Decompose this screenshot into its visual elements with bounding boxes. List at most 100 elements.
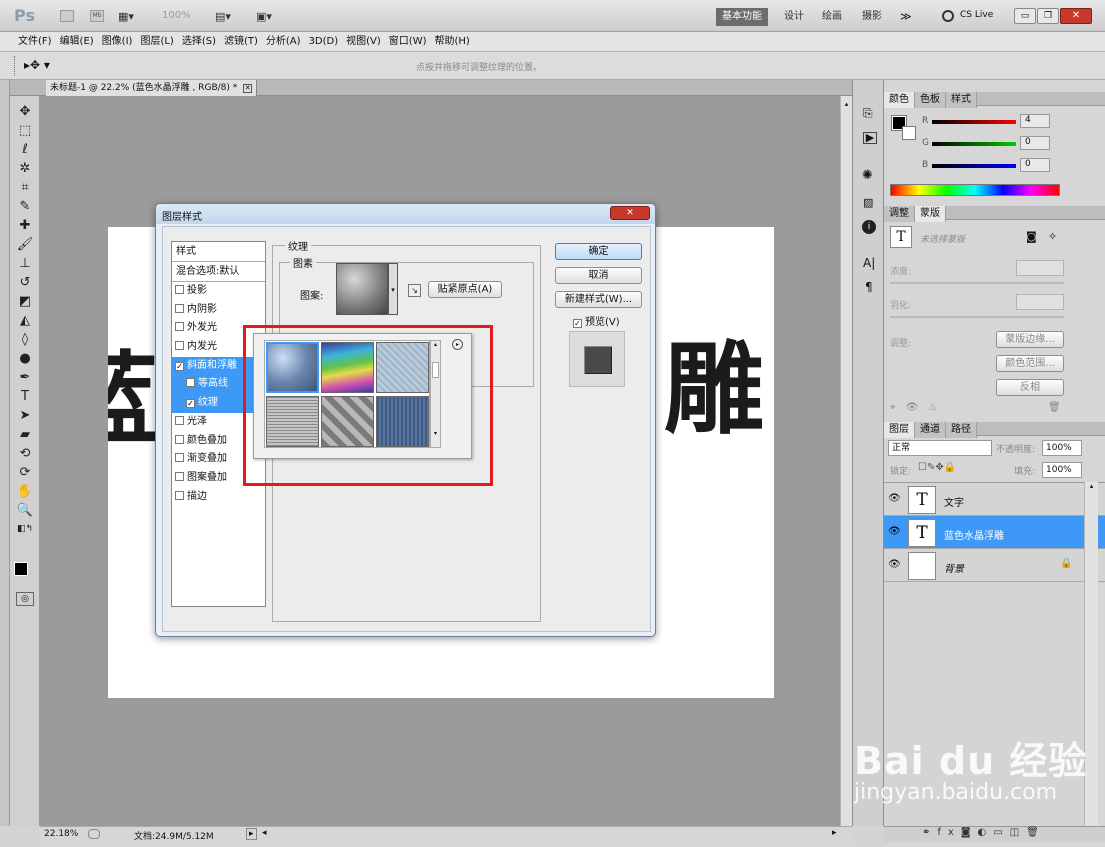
scroll-up-icon[interactable]: ▴ (841, 100, 852, 108)
minibridge-icon[interactable]: Mb (90, 10, 104, 22)
blur-tool-icon[interactable]: ◊ (15, 330, 35, 349)
menu-view[interactable]: 视图(V) (342, 32, 385, 52)
quick-select-tool-icon[interactable]: ✲ (15, 159, 35, 178)
ok-button[interactable]: 确定 (555, 243, 642, 260)
checkbox-checked[interactable]: ✓ (186, 399, 195, 409)
lock-icons[interactable]: ☐✎✥🔒 (918, 462, 956, 473)
tab-swatches[interactable]: 色板 (915, 92, 946, 108)
mask-delete-icon[interactable]: 🗑 (1048, 402, 1061, 413)
3d-panel-icon[interactable]: ✺ (862, 168, 873, 183)
marquee-tool-icon[interactable]: ⬚ (15, 121, 35, 140)
workspace-design[interactable]: 设计 (778, 8, 810, 26)
screen-mode-icon[interactable]: ▣▾ (256, 10, 272, 23)
preview-checkbox[interactable]: ✓ 预览(V) (573, 313, 620, 328)
checkbox-checked[interactable]: ✓ (175, 361, 184, 371)
info-panel-icon[interactable]: i (862, 220, 876, 234)
blend-mode-select[interactable]: 正常 (888, 440, 992, 456)
more-workspaces-icon[interactable]: ≫ (900, 10, 912, 23)
eraser-tool-icon[interactable]: ◩ (15, 292, 35, 311)
3d-orbit-tool-icon[interactable]: ⟳ (15, 463, 35, 482)
arrange-icon[interactable]: ▦▾ (118, 10, 134, 23)
new-preset-icon[interactable]: ↘ (408, 284, 421, 297)
b-slider[interactable] (932, 164, 1016, 168)
menu-select[interactable]: 选择(S) (178, 32, 220, 52)
menu-help[interactable]: 帮助(H) (431, 32, 474, 52)
shape-tool-icon[interactable]: ▰ (15, 425, 35, 444)
status-menu-icon[interactable]: ▸ (246, 828, 257, 840)
eye-icon[interactable]: 👁 (888, 560, 901, 570)
actions-panel-icon[interactable]: ▶ (863, 132, 877, 144)
tab-styles[interactable]: 样式 (946, 92, 977, 108)
eyedropper-tool-icon[interactable]: ✎ (15, 197, 35, 216)
layer-row[interactable]: 👁 背景 🔒 (884, 549, 1105, 582)
menu-3d[interactable]: 3D(D) (305, 32, 343, 52)
eye-icon[interactable]: 👁 (888, 527, 901, 537)
eye-icon[interactable]: 👁 (888, 494, 901, 504)
checkbox[interactable] (175, 341, 184, 351)
tab-channels[interactable]: 通道 (915, 422, 946, 438)
cslive-label[interactable]: CS Live (960, 10, 993, 20)
tab-adjustments[interactable]: 调整 (884, 206, 915, 222)
checkbox[interactable] (175, 453, 184, 463)
close-app-button[interactable]: ✕ (1060, 8, 1092, 24)
bucket-tool-icon[interactable]: ◭ (15, 311, 35, 330)
document-tab[interactable]: 未标题-1 @ 22.2% (蓝色水晶浮雕 , RGB/8) * ✕ (46, 80, 258, 96)
checkbox[interactable] (175, 322, 184, 332)
move-tool-preset-icon[interactable]: ▸✥ ▾ (24, 58, 50, 72)
workspace-essentials[interactable]: 基本功能 (716, 8, 768, 26)
status-zoom[interactable]: 22.18% (44, 829, 78, 839)
blend-options-item[interactable]: 混合选项:默认 (172, 262, 265, 282)
opacity-field[interactable]: 100% (1042, 440, 1082, 456)
path-select-tool-icon[interactable]: ➤ (15, 406, 35, 425)
layers-footer-icons[interactable]: ⚭fx◙◐▭◫🗑 (884, 826, 1105, 842)
density-slider[interactable] (890, 282, 1064, 284)
checkbox[interactable] (175, 471, 184, 481)
workspace-photography[interactable]: 摄影 (856, 8, 888, 26)
pen-tool-icon[interactable]: ✒ (15, 368, 35, 387)
mask-footer-icons[interactable]: ⌖👁♨ (890, 402, 947, 413)
navigator-panel-icon[interactable]: ▨ (863, 196, 873, 209)
menu-edit[interactable]: 编辑(E) (56, 32, 98, 52)
cancel-button[interactable]: 取消 (555, 267, 642, 284)
menu-filter[interactable]: 滤镜(T) (220, 32, 262, 52)
history-brush-icon[interactable]: ↺ (15, 273, 35, 292)
hand-tool-icon[interactable]: ✋ (15, 482, 35, 501)
vertical-scrollbar[interactable]: ▴ (840, 96, 852, 826)
hscroll-left-icon[interactable]: ◂ (262, 828, 267, 838)
feather-field[interactable] (1016, 294, 1064, 310)
zoom-tool-icon[interactable]: 🔍 (15, 501, 35, 520)
minimize-button[interactable]: ▭ (1014, 8, 1036, 24)
close-tab-icon[interactable]: ✕ (243, 84, 253, 93)
pattern-preview[interactable] (336, 263, 388, 315)
dialog-close-button[interactable]: ✕ (610, 206, 650, 220)
pixel-mask-icon[interactable]: ◙ (1026, 230, 1037, 243)
style-item-stroke[interactable]: 描边 (172, 488, 265, 507)
checkbox[interactable] (175, 285, 184, 294)
brush-tool-icon[interactable]: 🖌 (15, 235, 35, 254)
color-spectrum[interactable] (890, 184, 1060, 196)
stamp-tool-icon[interactable]: ⊥ (15, 254, 35, 273)
tab-paths[interactable]: 路径 (946, 422, 977, 438)
lasso-tool-icon[interactable]: ℓ (15, 140, 35, 159)
checkbox-checked[interactable]: ✓ (573, 319, 582, 328)
quick-mask-icon[interactable]: ◎ (16, 592, 34, 606)
vector-mask-icon[interactable]: ✧ (1048, 230, 1057, 243)
menu-file[interactable]: 文件(F) (14, 32, 56, 52)
foreground-color-swatch[interactable] (14, 562, 28, 576)
new-style-button[interactable]: 新建样式(W)... (555, 291, 642, 308)
g-slider[interactable] (932, 142, 1016, 146)
tab-color[interactable]: 颜色 (884, 92, 915, 108)
workspace-painting[interactable]: 绘画 (816, 8, 848, 26)
color-bg-swatch[interactable] (902, 126, 916, 140)
g-value[interactable]: 0 (1020, 136, 1050, 150)
style-item-drop-shadow[interactable]: 投影 (172, 282, 265, 301)
swap-colors-icon[interactable]: ◧↰ (15, 520, 35, 539)
character-panel-icon[interactable]: A| (863, 256, 875, 270)
checkbox[interactable] (186, 378, 195, 388)
tab-layers[interactable]: 图层 (884, 422, 915, 438)
layer-row[interactable]: 👁 T 文字 (884, 483, 1105, 516)
r-slider[interactable] (932, 120, 1016, 124)
healing-tool-icon[interactable]: ✚ (15, 216, 35, 235)
fill-field[interactable]: 100% (1042, 462, 1082, 478)
b-value[interactable]: 0 (1020, 158, 1050, 172)
